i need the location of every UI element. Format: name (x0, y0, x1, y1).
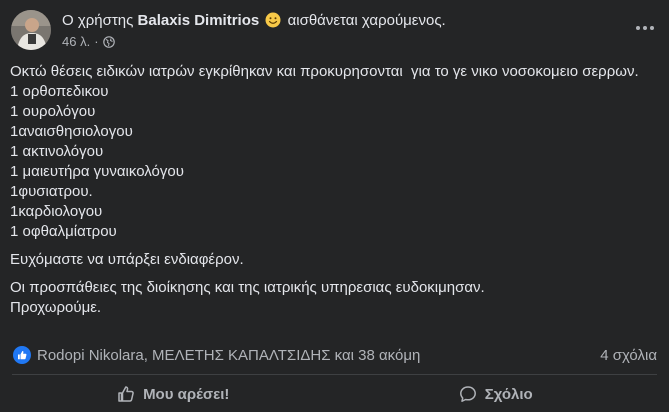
like-button[interactable]: Μου αρέσει! (12, 378, 335, 410)
post-closing-2: Προχωρούμε. (10, 299, 102, 316)
more-icon-dot (650, 26, 654, 30)
author-name[interactable]: Balaxis Dimitrios (138, 12, 260, 29)
position-item: 1φυσιατρου. (10, 183, 93, 200)
post-intro: Οκτώ θέσεις ειδικών ιατρών εγκρίθηκαν κα… (10, 63, 639, 80)
reactions-bar: Rodopi Nikolara, ΜΕΛΕΤΗΣ ΚΑΠΑΛΤΣΙΔΗΣ και… (13, 344, 657, 366)
comments-count[interactable]: 4 σχόλια (600, 347, 657, 364)
position-item: 1αναισθησιολογου (10, 123, 133, 140)
divider (12, 374, 657, 375)
comment-label: Σχόλιο (484, 385, 533, 403)
post-header: Ο χρήστης Balaxis Dimitrios αισθάνεται χ… (62, 12, 446, 32)
position-item: 1 ουρολόγου (10, 103, 96, 120)
position-item: 1καρδιολογου (10, 203, 103, 220)
post-wish: Ευχόμαστε να υπάρξει ενδιαφέρον. (10, 251, 244, 268)
more-icon-dot (643, 26, 647, 30)
feeling-text: αισθάνεται χαρούμενος. (287, 12, 446, 29)
header-prefix: Ο χρήστης (62, 12, 134, 29)
more-icon (636, 26, 640, 30)
globe-icon[interactable] (102, 35, 115, 48)
post-meta: 46 λ. · (62, 34, 115, 49)
position-item: 1 ορθοπεδικου (10, 83, 109, 100)
post-closing-1: Οι προσπάθειες της διοίκησης και της ιατ… (10, 279, 485, 296)
action-bar: Μου αρέσει! Σχόλιο (12, 378, 657, 410)
post-card: Ο χρήστης Balaxis Dimitrios αισθάνεται χ… (0, 0, 669, 412)
position-item: 1 οφθαλμίατρου (10, 223, 117, 240)
position-item: 1 μαιευτήρα γυναικολόγου (10, 163, 184, 180)
meta-separator: · (94, 34, 99, 49)
reaction-names[interactable]: Rodopi Nikolara, ΜΕΛΕΤΗΣ ΚΑΠΑΛΤΣΙΔΗΣ και… (37, 347, 420, 364)
more-options-button[interactable] (632, 18, 658, 38)
comment-icon (459, 385, 477, 403)
like-label: Μου αρέσει! (143, 385, 230, 403)
post-body: Οκτώ θέσεις ειδικών ιατρών εγκρίθηκαν κα… (10, 62, 650, 318)
comment-button[interactable]: Σχόλιο (335, 378, 658, 410)
like-reaction-icon[interactable] (13, 346, 31, 364)
position-item: 1 ακτινολόγου (10, 143, 104, 160)
post-time[interactable]: 46 λ. (62, 34, 90, 49)
avatar[interactable] (11, 10, 51, 50)
thumbs-up-icon (117, 385, 135, 403)
smile-emoji-icon (265, 12, 281, 32)
